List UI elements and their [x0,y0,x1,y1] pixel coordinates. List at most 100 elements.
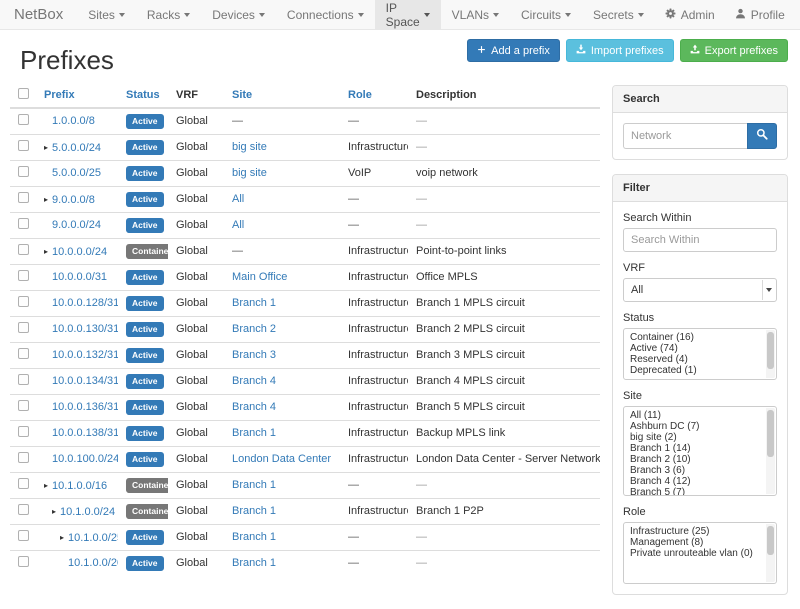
export-prefixes-button[interactable]: Export prefixes [680,39,788,62]
row-checkbox[interactable] [18,452,29,463]
filter-option[interactable]: Branch 5 (7) [624,487,776,496]
search-within-input[interactable] [623,228,777,252]
column-header-prefix[interactable]: Prefix [36,82,118,108]
row-checkbox[interactable] [18,348,29,359]
prefix-link[interactable]: 10.0.100.0/24 [52,453,118,465]
row-checkbox[interactable] [18,296,29,307]
prefix-link[interactable]: 10.0.0.132/31 [52,349,118,361]
site-link[interactable]: Branch 2 [232,323,276,335]
filter-option[interactable]: Branch 4 (12) [624,476,776,487]
row-checkbox[interactable] [18,166,29,177]
prefix-link[interactable]: 10.1.0.0/26 [68,557,118,569]
column-sort-link[interactable]: Site [232,89,252,101]
site-link[interactable]: big site [232,167,267,179]
filter-option[interactable]: Container (16) [624,332,776,343]
search-input[interactable] [623,123,747,149]
site-link[interactable]: Branch 1 [232,531,276,543]
filter-option[interactable]: big site (2) [624,432,776,443]
column-header-site[interactable]: Site [224,82,340,108]
nav-item-racks[interactable]: Racks [136,0,201,29]
filter-option[interactable]: Active (74) [624,343,776,354]
row-checkbox[interactable] [18,374,29,385]
row-checkbox[interactable] [18,218,29,229]
row-checkbox[interactable] [18,426,29,437]
row-checkbox[interactable] [18,400,29,411]
site-link[interactable]: Main Office [232,271,287,283]
filter-option[interactable]: All (11) [624,410,776,421]
prefix-link[interactable]: 10.1.0.0/16 [52,480,107,492]
row-checkbox[interactable] [18,478,29,489]
prefix-link[interactable]: 10.0.0.0/24 [52,246,107,258]
row-checkbox[interactable] [18,244,29,255]
prefix-link[interactable]: 1.0.0.0/8 [52,115,95,127]
filter-option[interactable]: Ashburn DC (7) [624,421,776,432]
role-listbox[interactable]: Infrastructure (25)Management (8)Private… [623,522,777,584]
filter-option[interactable]: Deprecated (1) [624,365,776,376]
nav-item-log-out[interactable]: Log out [795,0,800,29]
row-checkbox[interactable] [18,114,29,125]
prefix-link[interactable]: 9.0.0.0/24 [52,219,101,231]
nav-item-ip-space[interactable]: IP Space [375,0,441,29]
column-sort-link[interactable]: Prefix [44,89,75,101]
row-checkbox[interactable] [18,556,29,567]
select-all-checkbox[interactable] [18,88,29,99]
prefix-link[interactable]: 10.0.0.0/31 [52,271,107,283]
row-checkbox[interactable] [18,504,29,515]
site-listbox[interactable]: All (11)Ashburn DC (7)big site (2)Branch… [623,406,777,496]
nav-item-secrets[interactable]: Secrets [582,0,655,29]
filter-option[interactable]: Branch 1 (14) [624,443,776,454]
vrf-select[interactable]: All [623,278,777,302]
nav-item-devices[interactable]: Devices [201,0,276,29]
nav-item-circuits[interactable]: Circuits [510,0,582,29]
row-checkbox[interactable] [18,192,29,203]
column-sort-link[interactable]: Role [348,89,372,101]
site-link[interactable]: Branch 1 [232,505,276,517]
site-link[interactable]: Branch 3 [232,349,276,361]
prefix-link[interactable]: 5.0.0.0/24 [52,142,101,154]
nav-item-profile[interactable]: Profile [725,0,795,29]
prefix-link[interactable]: 10.0.0.136/31 [52,401,118,413]
site-link[interactable]: All [232,193,244,205]
prefix-link[interactable]: 10.1.0.0/25 [68,532,118,544]
row-checkbox[interactable] [18,270,29,281]
brand[interactable]: NetBox [0,0,77,29]
site-link[interactable]: Branch 1 [232,479,276,491]
column-sort-link[interactable]: Status [126,89,160,101]
nav-item-sites[interactable]: Sites [77,0,136,29]
filter-option[interactable]: Branch 3 (6) [624,465,776,476]
site-link[interactable]: Branch 4 [232,401,276,413]
prefix-link[interactable]: 9.0.0.0/8 [52,194,95,206]
import-prefixes-button[interactable]: Import prefixes [566,39,674,62]
scrollbar[interactable] [766,524,775,582]
prefix-link[interactable]: 10.0.0.128/31 [52,297,118,309]
site-link[interactable]: London Data Center [232,453,331,465]
prefix-link[interactable]: 10.1.0.0/24 [60,506,115,518]
scrollbar[interactable] [766,330,775,378]
nav-item-vlans[interactable]: VLANs [441,0,510,29]
column-header-role[interactable]: Role [340,82,408,108]
add-prefix-button[interactable]: Add a prefix [467,39,560,62]
prefix-link[interactable]: 5.0.0.0/25 [52,167,101,179]
status-listbox[interactable]: Container (16)Active (74)Reserved (4)Dep… [623,328,777,380]
site-link[interactable]: Branch 1 [232,427,276,439]
site-link[interactable]: Branch 4 [232,375,276,387]
row-checkbox[interactable] [18,140,29,151]
row-checkbox[interactable] [18,322,29,333]
column-header-status[interactable]: Status [118,82,168,108]
site-link[interactable]: Branch 1 [232,297,276,309]
search-button[interactable] [747,123,777,149]
prefix-link[interactable]: 10.0.0.138/31 [52,427,118,439]
nav-item-admin[interactable]: Admin [655,0,725,29]
site-link[interactable]: Branch 1 [232,557,276,569]
row-checkbox[interactable] [18,530,29,541]
scrollbar[interactable] [766,408,775,494]
prefix-link[interactable]: 10.0.0.134/31 [52,375,118,387]
filter-option[interactable]: Branch 2 (10) [624,454,776,465]
site-link[interactable]: All [232,219,244,231]
site-link[interactable]: big site [232,141,267,153]
filter-option[interactable]: Private unrouteable vlan (0) [624,548,776,559]
filter-option[interactable]: Reserved (4) [624,354,776,365]
prefix-link[interactable]: 10.0.0.130/31 [52,323,118,335]
nav-item-connections[interactable]: Connections [276,0,375,29]
filter-option[interactable]: Management (8) [624,537,776,548]
